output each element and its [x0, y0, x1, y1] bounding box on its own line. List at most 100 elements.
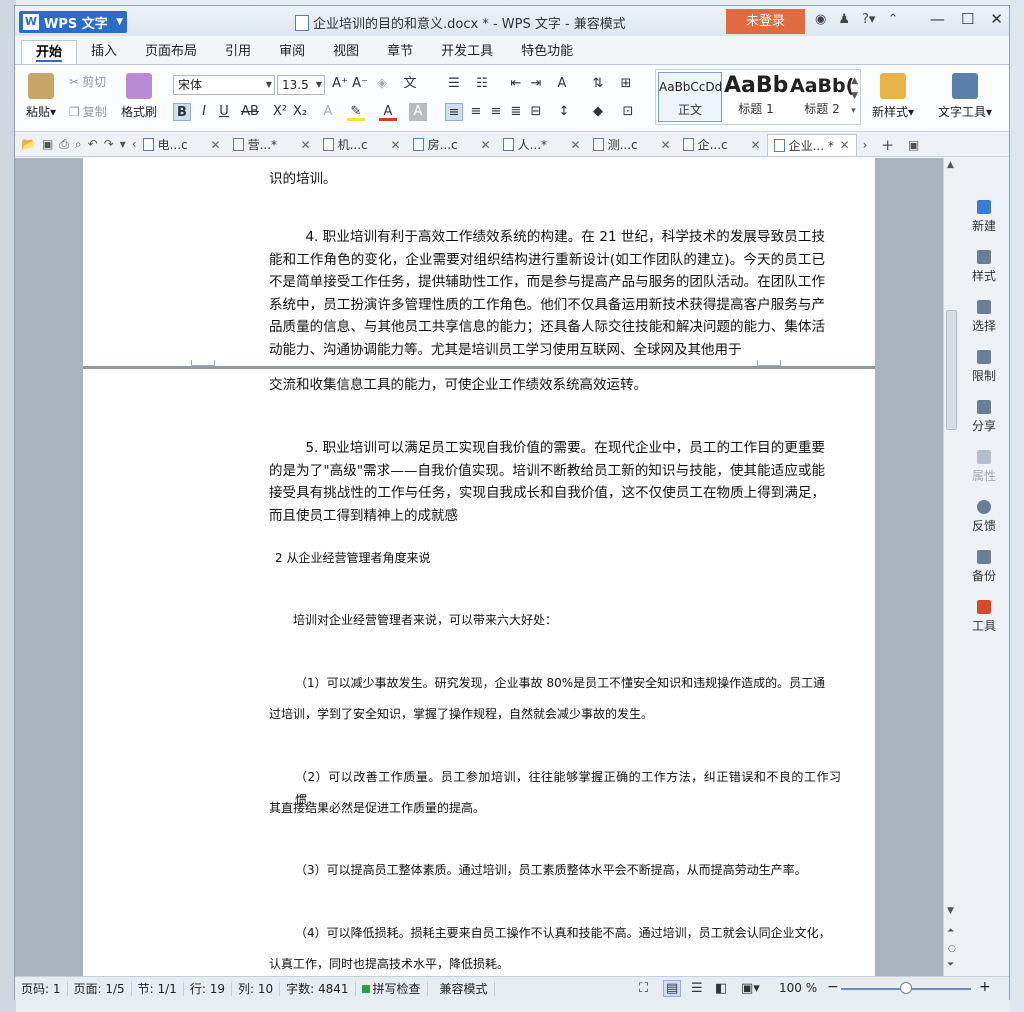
tab-view[interactable]: 视图: [319, 40, 373, 64]
doc-tab-active[interactable]: 企业... * ✕: [766, 133, 857, 156]
tab-list-icon[interactable]: ▣: [908, 138, 919, 152]
style-heading-2[interactable]: AaBb( 标题 2: [790, 72, 854, 122]
status-page-number[interactable]: 页码: 1: [15, 981, 68, 996]
pane-tools[interactable]: 工具: [959, 600, 1009, 634]
pane-restrict[interactable]: 限制: [959, 350, 1009, 384]
doc-tab[interactable]: 房...c ✕: [407, 134, 497, 156]
web-view-icon[interactable]: ◧: [715, 981, 727, 996]
fullscreen-icon[interactable]: ⛶: [639, 981, 648, 996]
help-icon[interactable]: ?▾: [862, 12, 875, 27]
numbered-list-icon[interactable]: ☷: [473, 75, 491, 93]
spell-check-toggle[interactable]: 拼写检查: [356, 981, 428, 996]
distribute-icon[interactable]: ⊟: [527, 103, 545, 121]
doc-tab[interactable]: 企...c ✕: [677, 134, 767, 156]
close-tab-icon[interactable]: ✕: [211, 138, 221, 152]
new-tab-icon[interactable]: +: [881, 136, 894, 154]
scroll-up-icon[interactable]: ▲: [947, 160, 954, 170]
paste-button[interactable]: 粘贴▾: [21, 65, 61, 120]
font-name-combo[interactable]: 宋体 ▼: [173, 75, 275, 95]
sort-icon[interactable]: ⇅: [589, 75, 607, 93]
tab-review[interactable]: 审阅: [265, 40, 319, 64]
scroll-thumb[interactable]: [946, 310, 957, 430]
superscript-icon[interactable]: X²: [271, 103, 289, 121]
new-style-button[interactable]: 新样式▾: [867, 65, 919, 120]
app-menu-button[interactable]: W WPS 文字 ▼: [19, 11, 127, 33]
zoom-in-icon[interactable]: +: [979, 979, 991, 995]
grow-font-icon[interactable]: A⁺: [331, 75, 349, 93]
style-heading-1[interactable]: AaBb 标题 1: [724, 72, 788, 122]
doc-tab[interactable]: 人...* ✕: [497, 134, 587, 156]
align-right-icon[interactable]: ≡: [487, 103, 505, 121]
tab-chapter[interactable]: 章节: [373, 40, 427, 64]
print-icon[interactable]: ⎙: [59, 137, 69, 152]
zoom-level[interactable]: 100 %: [779, 981, 817, 995]
line-spacing-icon[interactable]: ↕: [555, 103, 573, 121]
pane-share[interactable]: 分享: [959, 400, 1009, 434]
align-center-icon[interactable]: ≡: [467, 103, 485, 121]
cut-button[interactable]: ✂ 剪切: [69, 73, 106, 90]
tab-special[interactable]: 特色功能: [507, 40, 587, 64]
clear-format-icon[interactable]: ◈: [373, 75, 391, 93]
bold-icon[interactable]: B: [173, 103, 191, 121]
status-row[interactable]: 行: 19: [184, 981, 232, 996]
format-painter-button[interactable]: 格式刷: [117, 65, 161, 120]
subscript-icon[interactable]: X₂: [291, 103, 309, 121]
document-area[interactable]: 识的培训。 4. 职业培训有利于高效工作绩效系统的构建。在 21 世纪，科学技术…: [15, 158, 943, 976]
close-tab-icon[interactable]: ✕: [751, 138, 761, 152]
collapse-ribbon-icon[interactable]: ⌃: [887, 12, 898, 27]
font-color-icon[interactable]: A: [379, 103, 397, 121]
tab-references[interactable]: 引用: [211, 40, 265, 64]
table-icon[interactable]: ⊞: [617, 75, 635, 93]
minimize-icon[interactable]: —: [930, 10, 945, 28]
increase-indent-icon[interactable]: ⇥: [527, 75, 545, 93]
tab-home[interactable]: 开始: [21, 40, 78, 64]
copy-button[interactable]: ❐ 复制: [69, 103, 107, 120]
shrink-font-icon[interactable]: A⁻: [351, 75, 369, 93]
close-tab-icon[interactable]: ✕: [301, 138, 311, 152]
decrease-indent-icon[interactable]: ⇤: [507, 75, 525, 93]
redo-icon[interactable]: ↷: [104, 137, 114, 152]
close-icon[interactable]: ✕: [990, 10, 1003, 28]
doc-tab[interactable]: 电...c ✕: [137, 134, 227, 156]
skin-icon[interactable]: ◉: [815, 12, 826, 27]
print-preview-icon[interactable]: ⌕: [75, 137, 82, 152]
underline-icon[interactable]: U: [215, 103, 233, 121]
zoom-out-icon[interactable]: −: [827, 979, 839, 995]
close-tab-icon[interactable]: ✕: [571, 138, 581, 152]
paragraph-shading-icon[interactable]: ◆: [589, 103, 607, 121]
text-effect-icon[interactable]: A: [319, 103, 337, 121]
text-tools-button[interactable]: 文字工具▾: [935, 65, 995, 120]
prev-page-icon[interactable]: ⏶: [947, 926, 954, 936]
font-size-combo[interactable]: 13.5 ▼: [277, 75, 325, 95]
status-pages[interactable]: 页面: 1/5: [68, 981, 132, 996]
close-tab-icon[interactable]: ✕: [840, 138, 850, 152]
char-shading-icon[interactable]: A: [409, 103, 427, 121]
borders-icon[interactable]: ⊡: [619, 103, 637, 121]
phonetic-icon[interactable]: 文: [401, 75, 419, 93]
pane-new[interactable]: 新建: [959, 200, 1009, 234]
tab-developer[interactable]: 开发工具: [427, 40, 507, 64]
doc-tab[interactable]: 测...c ✕: [587, 134, 677, 156]
bullet-list-icon[interactable]: ☰: [445, 75, 463, 93]
justify-icon[interactable]: ≣: [507, 103, 525, 121]
tab-page-layout[interactable]: 页面布局: [131, 40, 211, 64]
status-word-count[interactable]: 字数: 4841: [280, 981, 356, 996]
save-icon[interactable]: ▣: [42, 137, 53, 152]
styles-scroll[interactable]: ▲ ▼ ▾: [851, 74, 858, 119]
pane-properties[interactable]: 属性: [959, 450, 1009, 484]
scroll-down-icon[interactable]: ▼: [947, 906, 954, 916]
outline-view-icon[interactable]: ☰: [691, 981, 703, 996]
login-button[interactable]: 未登录: [726, 9, 805, 34]
pane-select[interactable]: 选择: [959, 300, 1009, 334]
close-tab-icon[interactable]: ✕: [481, 138, 491, 152]
zoom-slider-handle[interactable]: [900, 982, 912, 994]
close-tab-icon[interactable]: ✕: [391, 138, 401, 152]
chinese-layout-icon[interactable]: A: [553, 75, 571, 93]
align-left-icon[interactable]: ≡: [445, 103, 463, 121]
pane-backup[interactable]: 备份: [959, 550, 1009, 584]
maximize-icon[interactable]: ☐: [961, 10, 974, 28]
tabs-right-icon[interactable]: ›: [863, 138, 868, 152]
pane-style[interactable]: 样式: [959, 250, 1009, 284]
doc-tab[interactable]: 机...c ✕: [317, 134, 407, 156]
italic-icon[interactable]: I: [195, 103, 213, 121]
